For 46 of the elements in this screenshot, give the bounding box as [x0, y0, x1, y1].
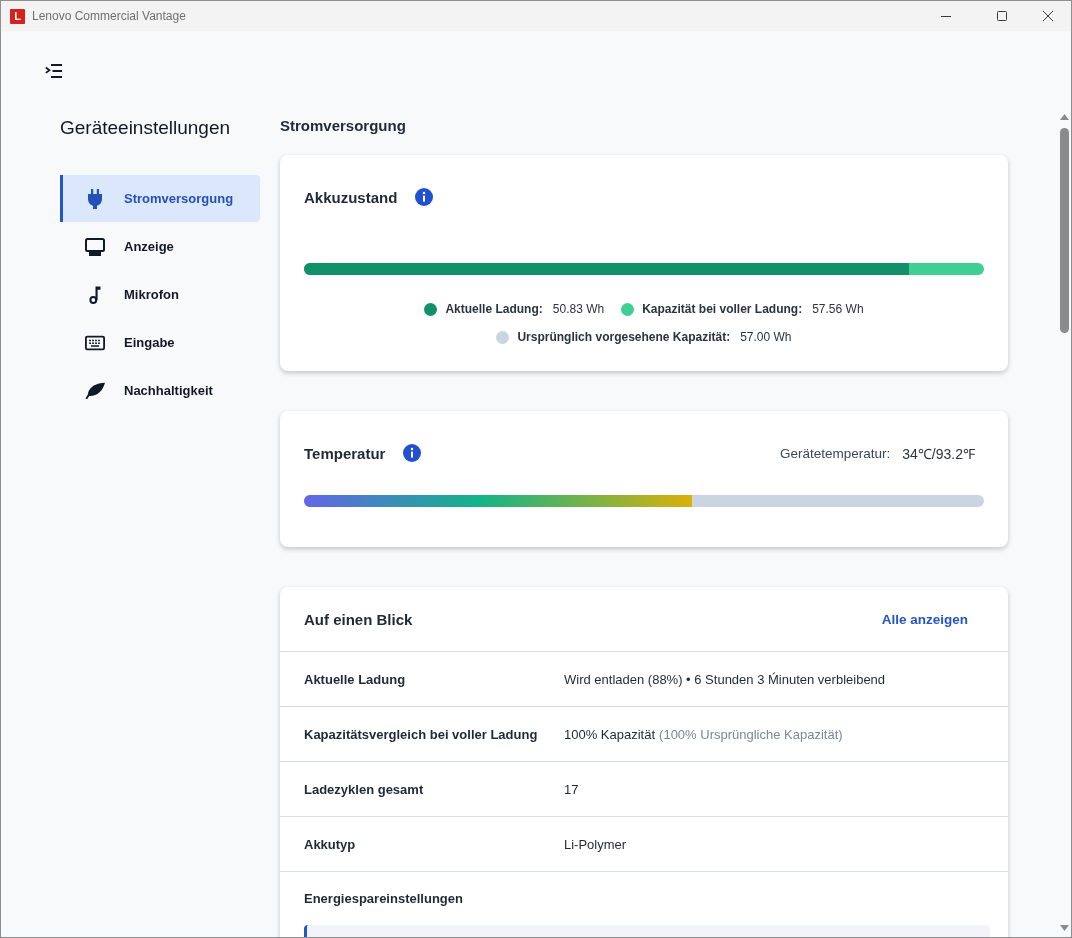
- monitor-icon: [85, 237, 105, 256]
- legend-value: 57.56 Wh: [812, 301, 864, 318]
- card-title: Temperatur: [304, 444, 386, 462]
- menu-icon: [45, 64, 62, 78]
- card-title: Akkuzustand: [304, 188, 398, 206]
- row-note: (100% Ursprüngliche Kapazität): [659, 726, 843, 742]
- leaf-icon: [85, 381, 105, 400]
- view-all-link[interactable]: Alle anzeigen: [881, 611, 968, 627]
- row-value: Li-Polymer: [564, 836, 627, 852]
- sidebar-item[interactable]: Mikrofon: [60, 271, 260, 318]
- page-heading: Stromversorgung: [280, 116, 407, 136]
- section-title: Energiespareinstellungen: [304, 890, 464, 908]
- app-logo: L: [10, 8, 25, 24]
- temperature-label: Gerätetemperatur:: [779, 445, 891, 461]
- row-value: 100% Kapazität: [564, 726, 656, 742]
- legend-label: Kapazität bei voller Ladung:: [642, 301, 803, 318]
- window-title: Lenovo Commercial Vantage: [32, 9, 186, 23]
- scroll-up-icon[interactable]: [1059, 114, 1069, 120]
- row-label: Akkutyp: [304, 836, 357, 852]
- sidebar-item[interactable]: Eingabe: [60, 319, 260, 366]
- sidebar-item[interactable]: Nachhaltigkeit: [60, 367, 260, 414]
- sidebar-item[interactable]: Anzeige: [60, 223, 260, 270]
- plug-icon: [88, 188, 102, 209]
- legend-value: 50.83 Wh: [552, 301, 605, 318]
- legend-label: Aktuelle Ladung:: [445, 301, 543, 318]
- info-icon[interactable]: [403, 444, 422, 462]
- row-label: Aktuelle Ladung: [304, 671, 407, 687]
- legend-value: 57.00 Wh: [740, 329, 792, 346]
- row-value: 17: [564, 781, 579, 797]
- menu-button[interactable]: [45, 64, 62, 78]
- music-note-icon: [89, 285, 101, 304]
- sidebar-item[interactable]: Stromversorgung: [60, 175, 260, 222]
- info-icon[interactable]: [415, 188, 434, 206]
- temperature-reading: 34℃/93.2℉: [902, 444, 975, 463]
- maximize-icon: [997, 11, 1007, 21]
- card-title: Auf einen Blick: [304, 610, 413, 628]
- row-label: Kapazitätsvergleich bei voller Ladung: [304, 726, 539, 742]
- sidebar-title: Geräteeinstellungen: [60, 116, 232, 140]
- scroll-down-icon[interactable]: [1059, 925, 1069, 931]
- minimize-icon: [941, 15, 951, 17]
- row-value: Wird entladen (88%) • 6 Stunden 3 Ḿinuten verbleibend: [564, 671, 886, 687]
- close-icon: [1043, 11, 1053, 21]
- keyboard-icon: [85, 334, 105, 351]
- row-label: Ladezyklen gesamt: [304, 781, 425, 797]
- scrollbar-thumb[interactable]: [1059, 128, 1069, 333]
- legend-label: Ursprünglich vorgesehene Kapazität:: [517, 329, 731, 346]
